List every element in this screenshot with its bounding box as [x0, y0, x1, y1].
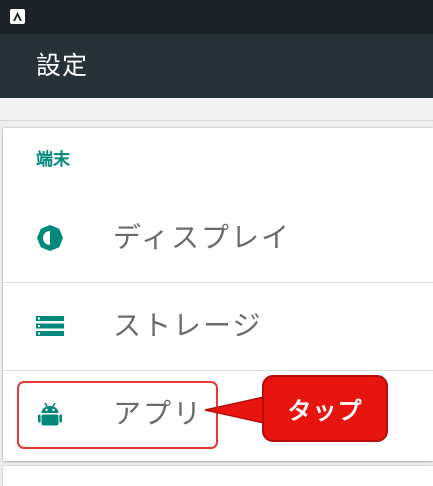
- settings-item-storage[interactable]: ストレージ: [3, 282, 433, 370]
- callout-pointer: [205, 396, 265, 424]
- settings-item-display[interactable]: ディスプレイ: [3, 194, 433, 282]
- tap-callout: タップ: [262, 375, 388, 442]
- status-bar: [0, 0, 433, 34]
- storage-icon: [35, 311, 65, 341]
- app-bar: 設定: [0, 34, 433, 98]
- highlight-box: [17, 381, 218, 449]
- brightness-icon: [35, 223, 65, 253]
- section-spacer: [0, 98, 433, 121]
- settings-item-label: ディスプレイ: [113, 221, 292, 254]
- category-header: 端末: [36, 150, 70, 170]
- page-title: 設定: [36, 51, 89, 80]
- settings-item-label: ストレージ: [113, 309, 263, 342]
- a-letter-icon: [10, 9, 25, 24]
- next-card: [3, 466, 433, 486]
